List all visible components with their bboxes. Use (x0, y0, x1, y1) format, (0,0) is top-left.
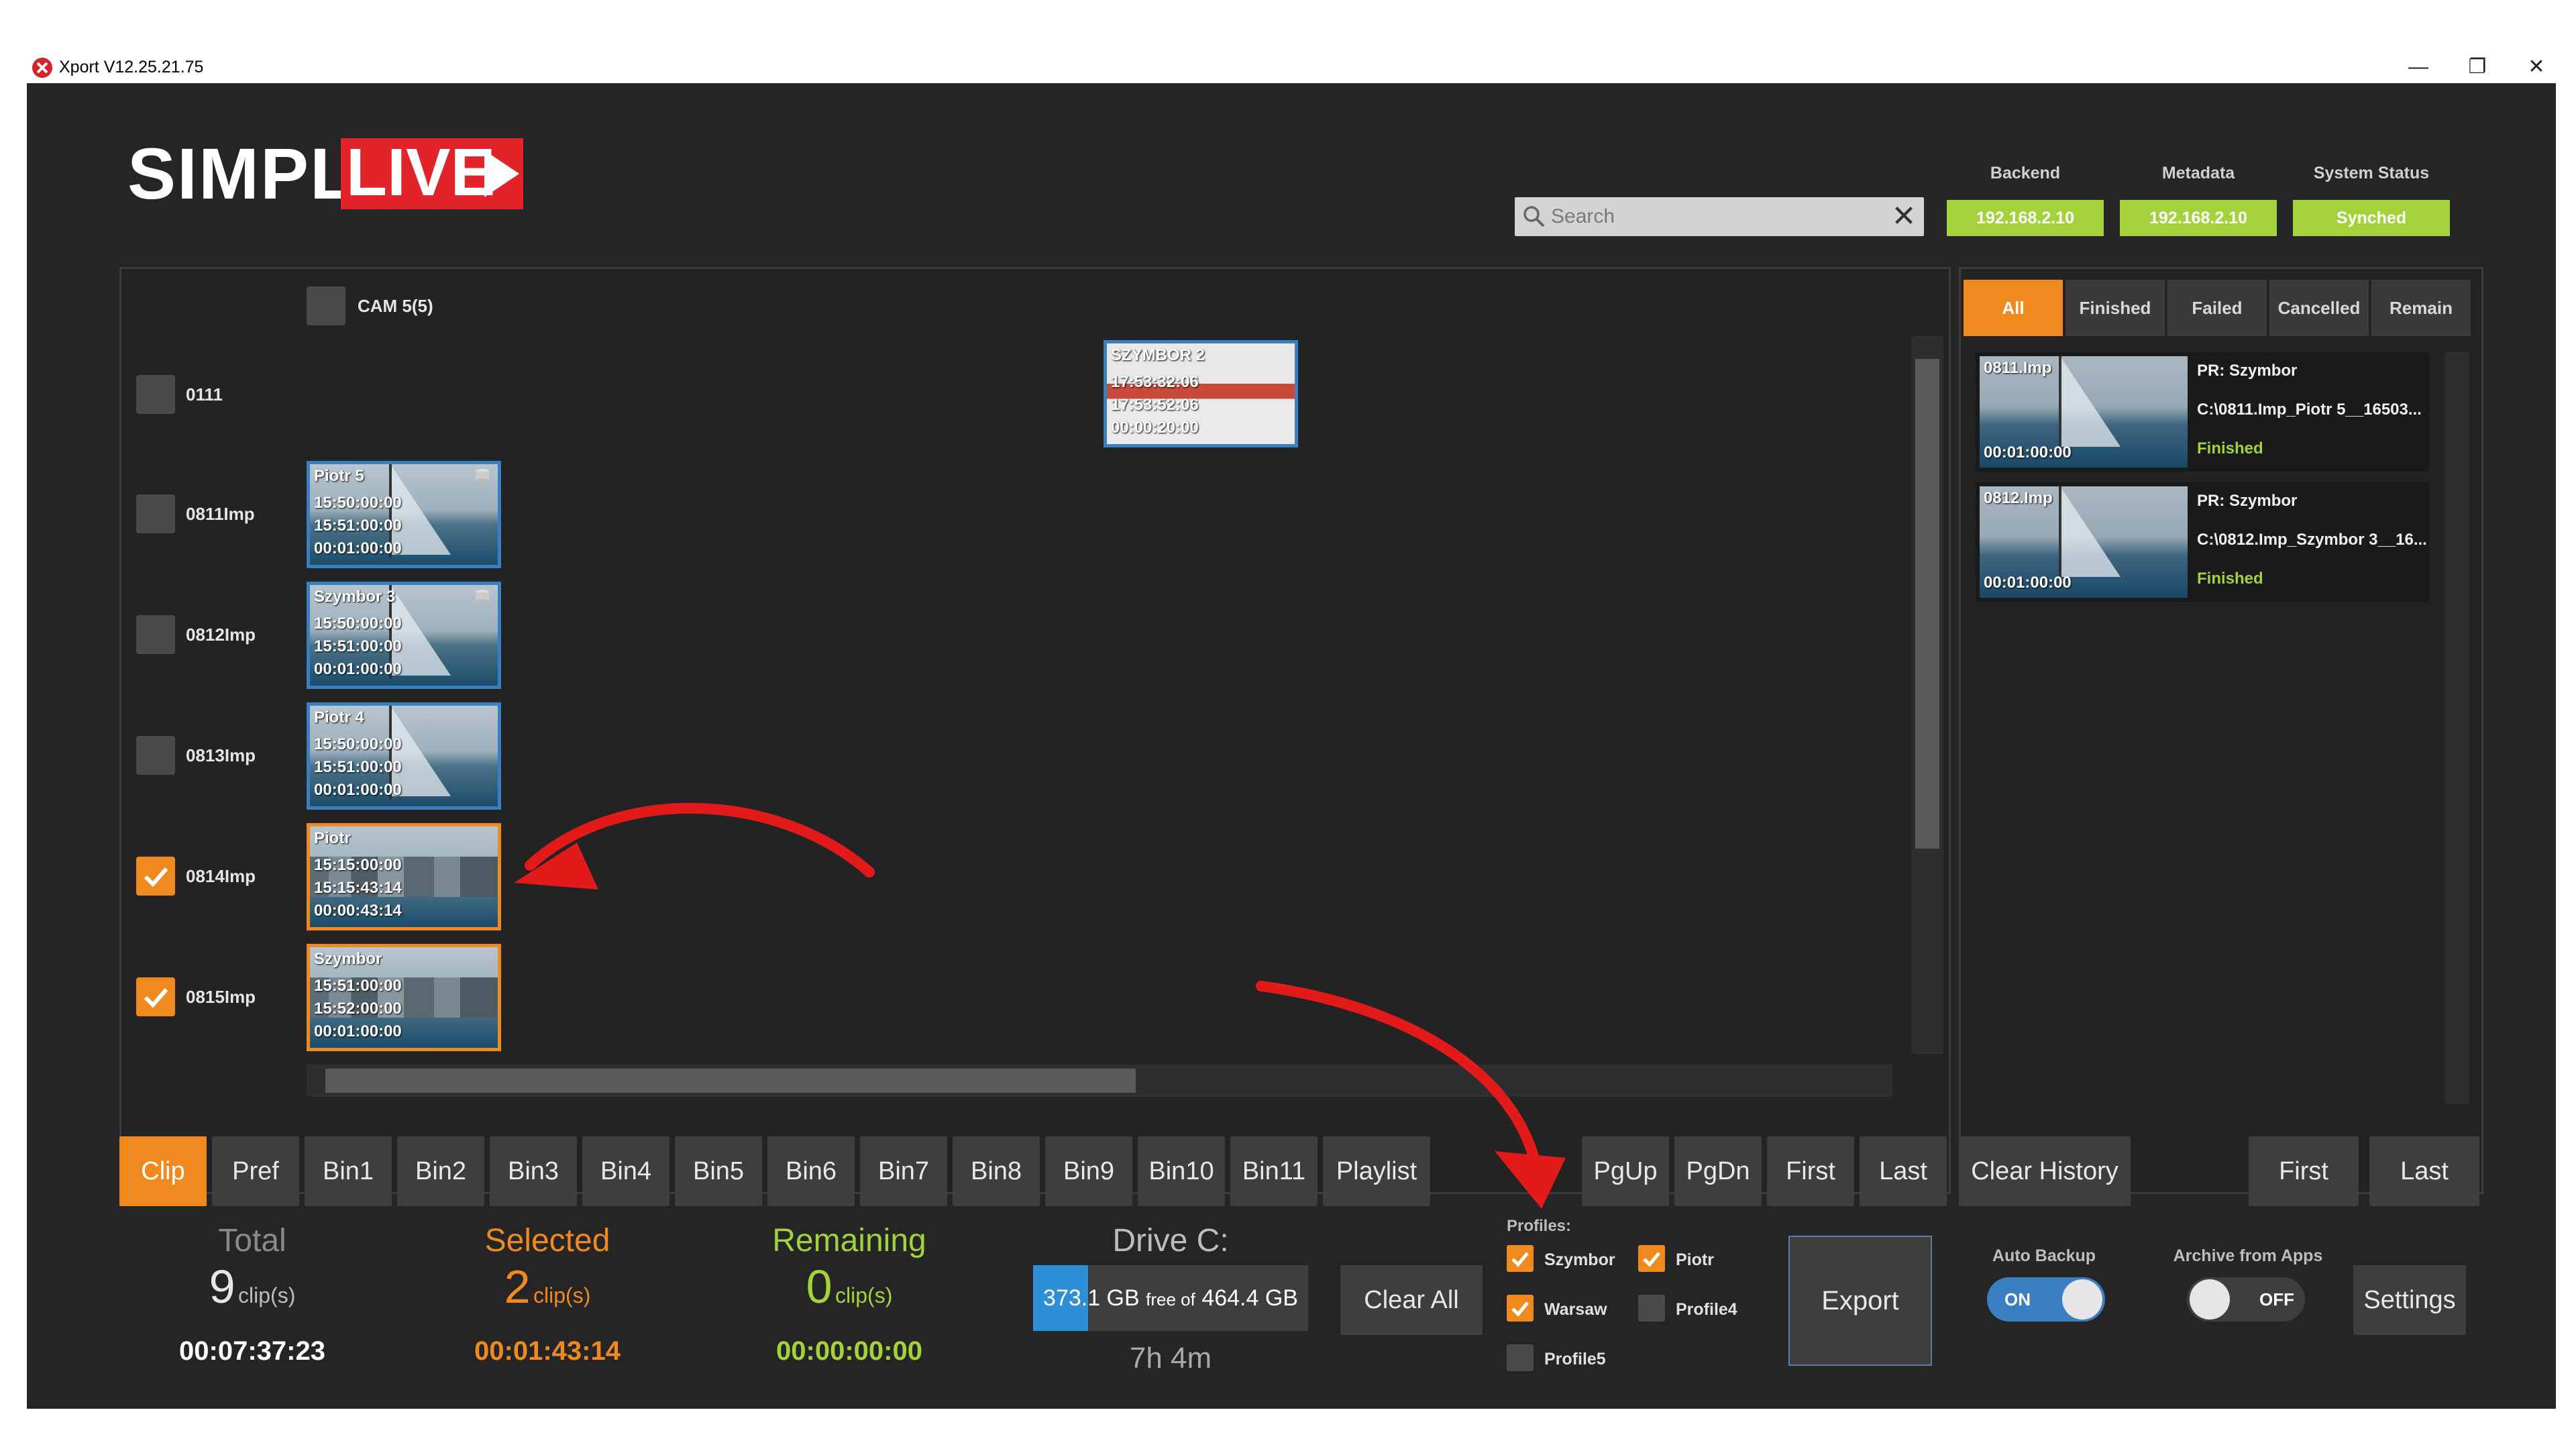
annotation-arrow-head (1495, 1151, 1566, 1209)
annotation-arrows (514, 802, 1566, 1209)
annotation-arrow-curve (1256, 981, 1542, 1173)
